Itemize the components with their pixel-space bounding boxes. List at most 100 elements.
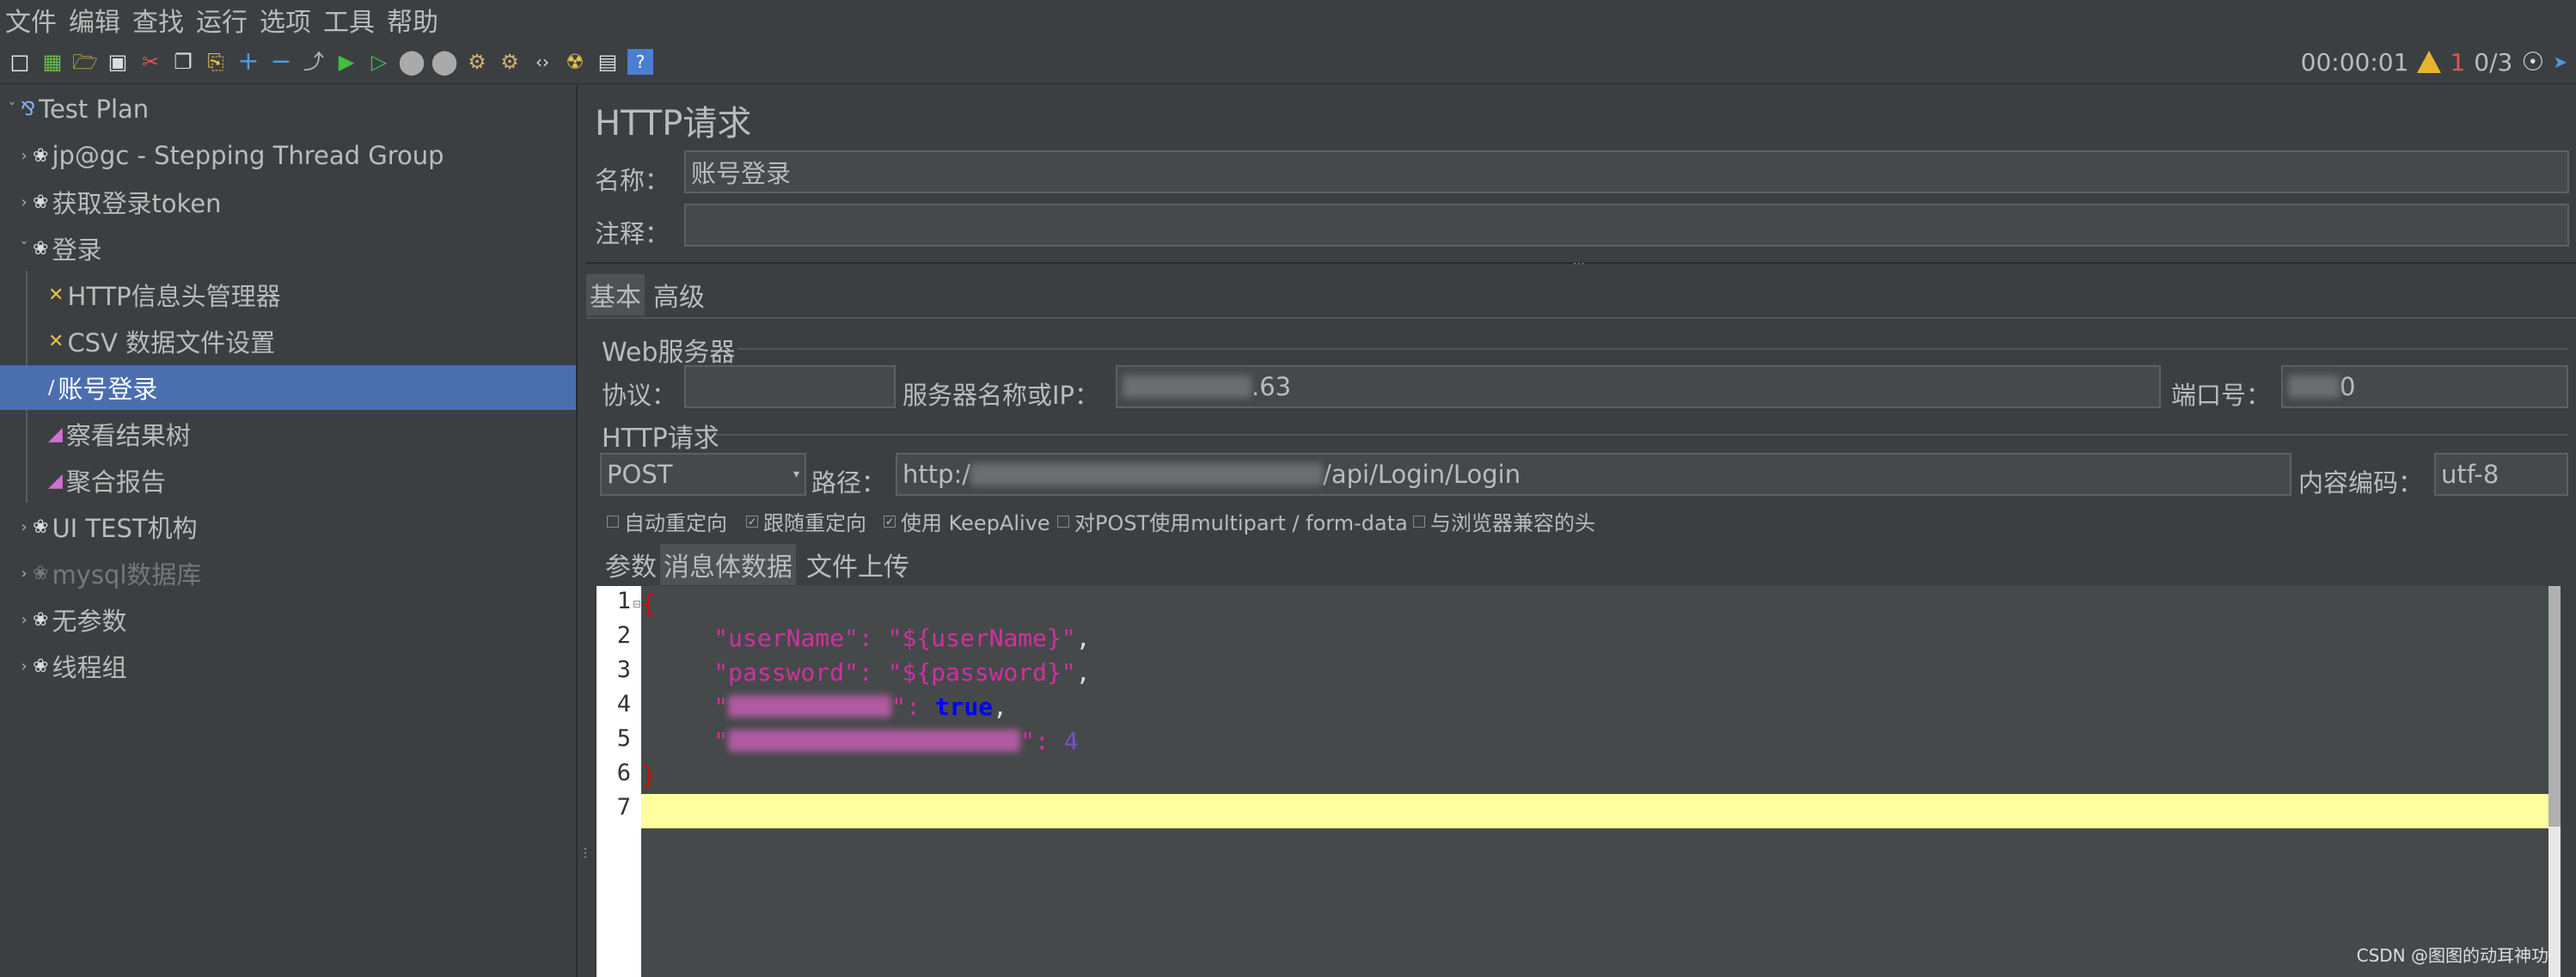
start-icon[interactable]: ▶ [333, 49, 359, 75]
tree-item-thread-group[interactable]: › ❀ 线程组 [15, 644, 126, 688]
chevron-right-icon[interactable]: › [15, 518, 33, 536]
tree-item-csv-data-set[interactable]: ✕ CSV 数据文件设置 [48, 319, 275, 363]
chevron-down-icon: ▾ [792, 467, 799, 481]
scrollbar-thumb[interactable] [2548, 586, 2561, 827]
function-helper-icon[interactable]: ‹› [529, 49, 555, 75]
server-field[interactable]: .63 [1116, 365, 2161, 408]
tab-body-data[interactable]: 消息体数据 [660, 544, 796, 585]
comment-field[interactable] [684, 204, 2569, 247]
tree-item-ui-test[interactable]: › ❀ UI TEST机构 [15, 504, 197, 549]
browser-headers-checkbox[interactable]: 与浏览器兼容的头 [1413, 506, 1595, 536]
follow-redirect-checkbox[interactable]: ✓ 跟随重定向 [746, 506, 866, 536]
templates-icon[interactable]: ▦ [40, 49, 65, 75]
redacted-text [728, 695, 892, 717]
page-title: HTTP请求 [595, 104, 752, 143]
tab-underline [586, 317, 2576, 319]
expand-icon[interactable]: + [236, 48, 261, 75]
tree-item-http-header-manager[interactable]: ✕ HTTP信息头管理器 [48, 272, 281, 317]
menu-options[interactable]: 选项 [260, 1, 311, 39]
redacted-text [1123, 376, 1251, 398]
log-icon[interactable]: ➤ [2553, 52, 2567, 72]
status-area: 00:00:01 1 0/3 ☉ ➤ [2301, 40, 2567, 84]
gear-icon: ❀ [33, 608, 49, 631]
tree-item-no-params[interactable]: › ❀ 无参数 [15, 597, 126, 642]
body-data-editor[interactable]: 1 ⊟ 2 3 4 5 6 7 { "userName": "${userNam… [597, 586, 2561, 977]
tree-item-get-token[interactable]: › ❀ 获取登录token [15, 180, 221, 224]
encoding-field[interactable]: utf-8 [2434, 453, 2568, 496]
toggle-icon[interactable]: ⤴ [301, 49, 327, 75]
chevron-right-icon[interactable]: › [15, 611, 33, 629]
section-border [715, 434, 2568, 436]
path-field[interactable]: http:/ /api/Login/Login [896, 453, 2291, 496]
pipette-icon: ∕ [48, 376, 55, 399]
protocol-field[interactable] [684, 365, 896, 408]
checkmark-icon[interactable]: ✓ [884, 515, 896, 528]
menu-tools[interactable]: 工具 [323, 1, 375, 39]
keepalive-checkbox[interactable]: ✓ 使用 KeepAlive [884, 506, 1050, 536]
tree-item-login[interactable]: ˇ ❀ 登录 [15, 226, 102, 271]
remote-stop-icon[interactable]: ⚙ [497, 49, 523, 75]
new-icon[interactable]: □ [7, 49, 33, 75]
comment-label: 注释： [595, 219, 670, 248]
port-field[interactable]: 0 [2281, 365, 2568, 408]
copy-icon[interactable]: ❐ [170, 49, 196, 75]
menu-run[interactable]: 运行 [196, 1, 248, 39]
redacted-text [970, 463, 1324, 485]
active-threads: 0/3 [2474, 47, 2513, 76]
clear-icon[interactable]: ☢ [562, 49, 588, 75]
code-line: " ": 4 [713, 726, 1079, 755]
tab-advanced[interactable]: 高级 [650, 274, 708, 315]
code-line: "userName": "${userName}", [713, 623, 1091, 652]
collapse-handle-icon[interactable]: ⋯ [1573, 257, 1585, 271]
menu-edit[interactable]: 编辑 [69, 1, 120, 39]
tree-item-aggregate-report[interactable]: ◢ 聚合报告 [48, 458, 166, 503]
warning-icon[interactable] [2417, 51, 2442, 73]
shutdown-icon[interactable]: ⬤ [431, 49, 457, 75]
checkbox-box[interactable] [607, 515, 619, 528]
menu-help[interactable]: 帮助 [387, 1, 438, 39]
paste-icon[interactable]: ⎘ [203, 49, 229, 75]
chevron-right-icon[interactable]: › [15, 193, 33, 211]
name-label: 名称： [595, 166, 670, 195]
chevron-right-icon[interactable]: › [15, 565, 33, 583]
chevron-down-icon[interactable]: ˇ [3, 101, 21, 119]
method-select[interactable]: POST ▾ [600, 453, 806, 496]
menu-file[interactable]: 文件 [5, 1, 57, 39]
remote-start-icon[interactable]: ⚙ [464, 49, 490, 75]
tab-basic[interactable]: 基本 [586, 274, 645, 315]
collapse-icon[interactable]: − [268, 48, 294, 75]
multipart-checkbox[interactable]: 对POST使用multipart / form-data [1057, 506, 1408, 536]
chevron-right-icon[interactable]: › [15, 147, 33, 165]
tree-item-account-login[interactable]: ∕ 账号登录 [0, 365, 576, 410]
menu-bar: 文件 编辑 查找 运行 选项 工具 帮助 [0, 0, 2576, 40]
name-field[interactable]: 账号登录 [684, 150, 2569, 193]
checkbox-box[interactable] [1413, 515, 1425, 528]
pane-splitter[interactable] [578, 85, 586, 977]
elapsed-timer: 00:00:01 [2300, 47, 2409, 76]
tab-parameters[interactable]: 参数 [602, 544, 660, 585]
gear-icon: ❀ [33, 144, 49, 167]
tab-file-upload[interactable]: 文件上传 [803, 544, 913, 585]
gear-icon: ❀ [33, 516, 49, 538]
chevron-right-icon[interactable]: › [15, 657, 33, 675]
line-number: 6 [616, 760, 631, 786]
toolbar: □ ▦ 🗁 ▣ ✂ ❐ ⎘ + − ⤴ ▶ ▷ ⬤ ⬤ ⚙ ⚙ ‹› ☢ ▤ ?… [0, 40, 2576, 84]
chevron-down-icon[interactable]: ˇ [15, 240, 33, 258]
tree-item-view-results-tree[interactable]: ◢ 察看结果树 [48, 412, 191, 456]
auto-redirect-checkbox[interactable]: 自动重定向 [607, 506, 727, 536]
tree-root[interactable]: ˇ ⅋ Test Plan [3, 87, 150, 131]
help-icon[interactable]: ? [627, 48, 653, 75]
stop-icon[interactable]: ⬤ [398, 49, 425, 75]
menu-search[interactable]: 查找 [132, 1, 184, 39]
checkbox-box[interactable] [1057, 515, 1069, 528]
save-icon[interactable]: ▣ [105, 49, 131, 75]
gear-icon: ❀ [33, 655, 49, 677]
checkmark-icon[interactable]: ✓ [746, 515, 758, 528]
tree-item-mysql[interactable]: › ❀ mysql数据库 [15, 551, 201, 595]
cut-icon[interactable]: ✂ [138, 49, 163, 75]
tree-item-stepping-thread-group[interactable]: › ❀ jp@gc - Stepping Thread Group [15, 133, 444, 178]
fold-icon[interactable]: ⊟ [633, 598, 641, 610]
search-icon[interactable]: ▤ [595, 49, 621, 75]
open-icon[interactable]: 🗁 [72, 49, 98, 75]
start-no-pause-icon[interactable]: ▷ [366, 49, 392, 75]
